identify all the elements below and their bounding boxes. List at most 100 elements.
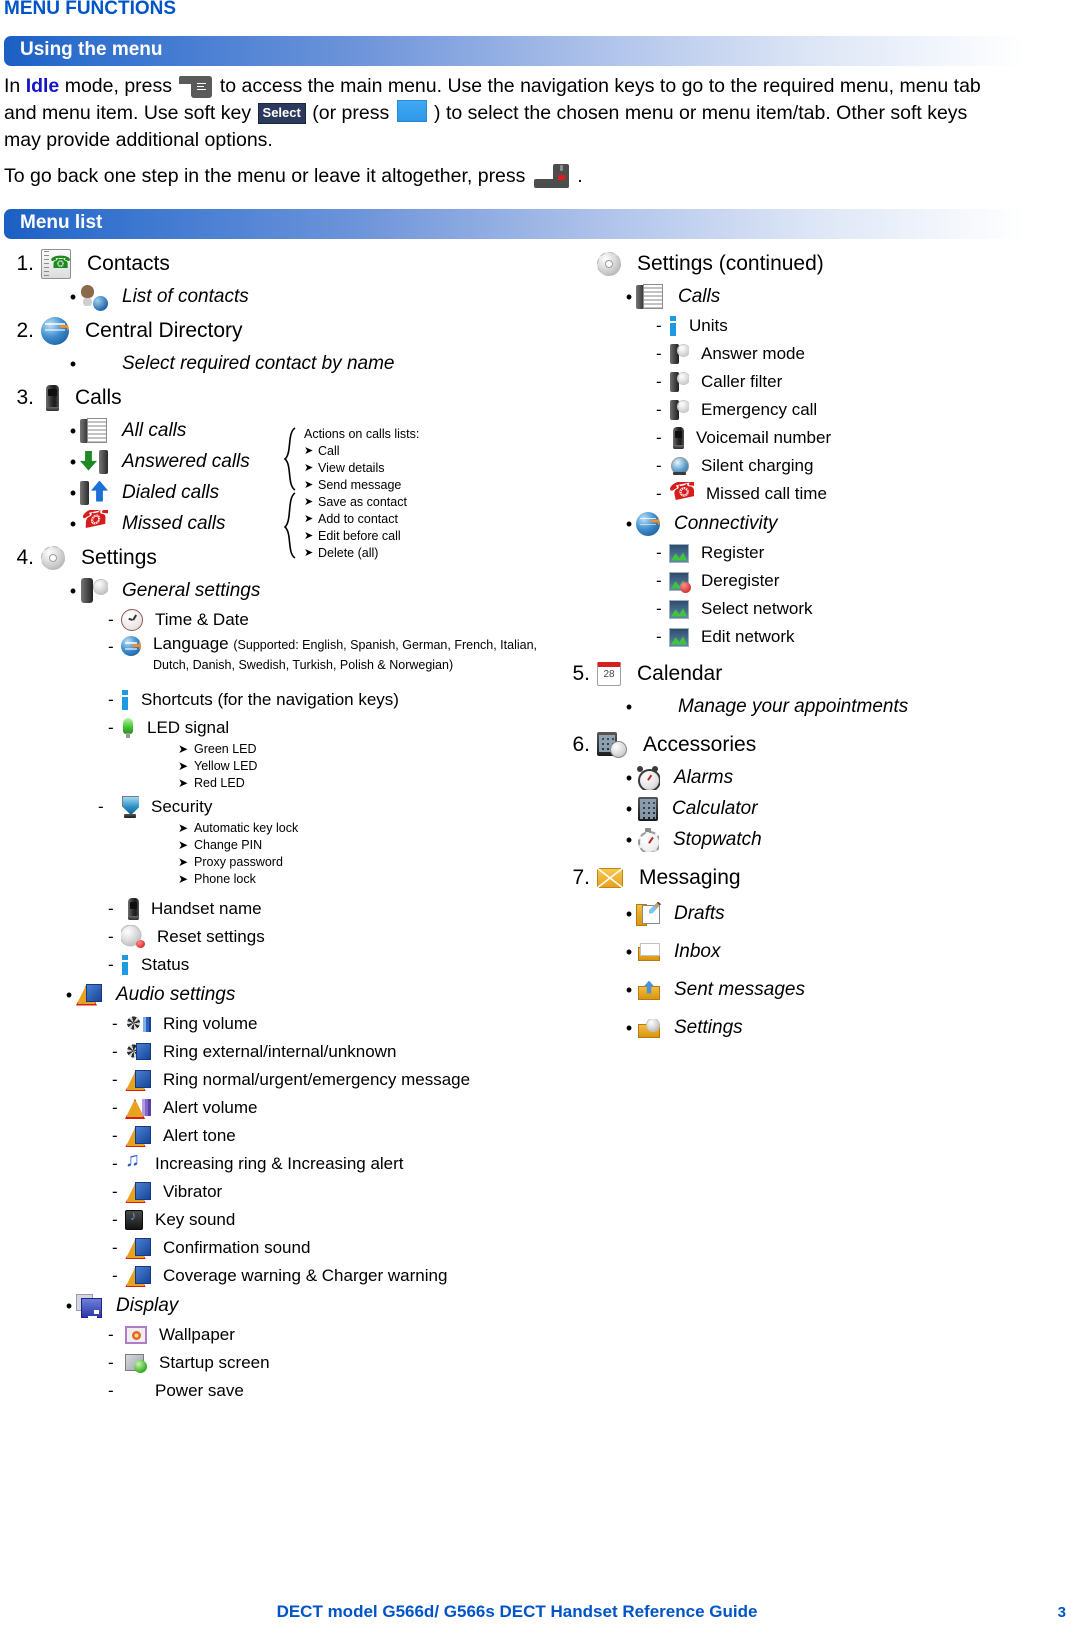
sub-sub-item-yellow-led: ➤ Yellow LED bbox=[0, 759, 540, 776]
subitem-security[interactable]: - Security bbox=[0, 793, 540, 821]
subitem-language[interactable]: - Language (Supported: English, Spanish,… bbox=[0, 634, 540, 686]
subitem-led-signal[interactable]: - LED signal bbox=[0, 714, 540, 742]
gear-icon bbox=[41, 546, 65, 570]
drafts-icon bbox=[636, 901, 661, 926]
subitem-confirmation-sound[interactable]: - Confirmation sound bbox=[0, 1234, 540, 1262]
subitem-power-save[interactable]: - Power save bbox=[0, 1377, 540, 1405]
subitem-startup-screen[interactable]: - Startup screen bbox=[0, 1349, 540, 1377]
menu-item-contacts[interactable]: 1. Contacts bbox=[0, 247, 540, 281]
subitem-vibrator[interactable]: - Vibrator bbox=[0, 1178, 540, 1206]
menu-item-label: Central Directory bbox=[85, 319, 243, 342]
subitem-wallpaper[interactable]: - Wallpaper bbox=[0, 1321, 540, 1349]
submenu-item-general-settings[interactable]: • General settings bbox=[0, 575, 540, 606]
subitem-register[interactable]: - Register bbox=[556, 539, 1074, 567]
subitem-answer-mode[interactable]: - Answer mode bbox=[556, 340, 1074, 368]
dash-marker: - bbox=[108, 899, 114, 918]
subitem-label: Caller filter bbox=[701, 372, 783, 391]
stopwatch-icon bbox=[637, 827, 659, 852]
subitem-silent-charging[interactable]: - Silent charging bbox=[556, 452, 1074, 480]
menu-item-settings-continued[interactable]: Settings (continued) bbox=[556, 247, 1074, 281]
submenu-item-display[interactable]: • Display bbox=[0, 1290, 540, 1321]
submenu-item-calculator[interactable]: • Calculator bbox=[556, 793, 1074, 824]
menu-item-accessories[interactable]: 6. Accessories bbox=[556, 728, 1074, 762]
dash-marker: - bbox=[108, 690, 114, 709]
subitem-alert-tone[interactable]: - Alert tone bbox=[0, 1122, 540, 1150]
sub-sub-item-label: Phone lock bbox=[194, 872, 256, 886]
submenu-item-alarms[interactable]: • Alarms bbox=[556, 762, 1074, 793]
alert-volume-icon bbox=[125, 1097, 151, 1119]
menu-item-calendar[interactable]: 5. Calendar bbox=[556, 657, 1074, 691]
subitem-time-and-date[interactable]: - Time & Date bbox=[0, 606, 540, 634]
subitem-label: Confirmation sound bbox=[163, 1238, 311, 1257]
confirmation-sound-icon bbox=[125, 1237, 151, 1259]
menu-item-central-directory[interactable]: 2. Central Directory bbox=[0, 314, 540, 348]
subitem-select-network[interactable]: - Select network bbox=[556, 595, 1074, 623]
submenu-item-audio-settings[interactable]: • Audio settings bbox=[0, 979, 540, 1010]
item-number: 5. bbox=[572, 662, 590, 685]
subitem-label: Language bbox=[153, 634, 229, 653]
contacts-book-icon bbox=[41, 249, 71, 279]
menu-item-calls[interactable]: 3. Calls bbox=[0, 381, 540, 415]
inbox-icon bbox=[638, 943, 660, 961]
ring-volume-icon bbox=[125, 1013, 151, 1035]
subitem-key-sound[interactable]: - Key sound bbox=[0, 1206, 540, 1234]
subitem-alert-volume[interactable]: - Alert volume bbox=[0, 1094, 540, 1122]
item-number: 1. bbox=[16, 252, 34, 275]
para1-text-d: (or press bbox=[306, 102, 395, 124]
info-icon bbox=[121, 955, 129, 975]
dash-marker: - bbox=[108, 610, 114, 629]
subitem-voicemail-number[interactable]: - Voicemail number bbox=[556, 424, 1074, 452]
subitem-units[interactable]: - Units bbox=[556, 312, 1074, 340]
item-number: 2. bbox=[16, 319, 34, 342]
subitem-status[interactable]: - Status bbox=[0, 951, 540, 979]
missed-call-icon bbox=[670, 482, 694, 506]
submenu-item-stopwatch[interactable]: • Stopwatch bbox=[556, 824, 1074, 855]
call-list-icon bbox=[80, 417, 108, 445]
subitem-label: Missed call time bbox=[706, 484, 827, 503]
subitem-missed-call-time[interactable]: - Missed call time bbox=[556, 480, 1074, 508]
action-item: Save as contact bbox=[304, 494, 536, 511]
submenu-item-connectivity[interactable]: • Connectivity bbox=[556, 508, 1074, 539]
subitem-coverage-charger-warning[interactable]: - Coverage warning & Charger warning bbox=[0, 1262, 540, 1290]
sub-sub-item-change-pin: ➤ Change PIN bbox=[0, 838, 540, 855]
dash-marker: - bbox=[112, 1070, 118, 1089]
submenu-item-label: Missed calls bbox=[122, 512, 226, 534]
subitem-reset-settings[interactable]: - Reset settings bbox=[0, 923, 540, 951]
dash-marker: - bbox=[656, 484, 662, 503]
dash-marker: - bbox=[108, 1353, 114, 1372]
subitem-increasing-ring-alert[interactable]: - Increasing ring & Increasing alert bbox=[0, 1150, 540, 1178]
para2-text-b: . bbox=[571, 165, 583, 187]
alarm-clock-icon bbox=[636, 765, 660, 790]
subitem-caller-filter[interactable]: - Caller filter bbox=[556, 368, 1074, 396]
submenu-item-list-of-contacts[interactable]: • List of contacts bbox=[0, 281, 540, 312]
menu-item-messaging[interactable]: 7. Messaging bbox=[556, 861, 1074, 895]
ring-source-icon bbox=[125, 1041, 151, 1063]
submenu-item-sent-messages[interactable]: • Sent messages bbox=[556, 971, 1074, 1009]
subitem-shortcuts[interactable]: - Shortcuts (for the navigation keys) bbox=[0, 686, 540, 714]
subitem-ring-external-internal-unknown[interactable]: - Ring external/internal/unknown bbox=[0, 1038, 540, 1066]
subitem-ring-volume[interactable]: - Ring volume bbox=[0, 1010, 540, 1038]
subitem-label: LED signal bbox=[147, 718, 230, 737]
submenu-item-calls-settings[interactable]: • Calls bbox=[556, 281, 1074, 312]
dash-marker: - bbox=[98, 797, 104, 816]
subitem-emergency-call[interactable]: - Emergency call bbox=[556, 396, 1074, 424]
submenu-item-drafts[interactable]: • Drafts bbox=[556, 895, 1074, 933]
subitem-deregister[interactable]: - Deregister bbox=[556, 567, 1074, 595]
submenu-item-select-contact[interactable]: • Select required contact by name bbox=[0, 348, 540, 379]
subitem-edit-network[interactable]: - Edit network bbox=[556, 623, 1074, 651]
item-number: 4. bbox=[16, 546, 34, 569]
submenu-item-inbox[interactable]: • Inbox bbox=[556, 933, 1074, 971]
action-item: Call bbox=[304, 443, 536, 460]
audio-settings-icon bbox=[76, 983, 102, 1007]
footer-title: DECT model G566d/ G566s DECT Handset Ref… bbox=[276, 1602, 758, 1621]
subitem-ring-normal-urgent-emergency[interactable]: - Ring normal/urgent/emergency message bbox=[0, 1066, 540, 1094]
bullet-marker: • bbox=[625, 1018, 633, 1038]
menu-item-settings[interactable]: 4. Settings bbox=[0, 541, 540, 575]
startup-screen-icon bbox=[125, 1353, 147, 1373]
bullet-marker: • bbox=[625, 829, 633, 850]
submenu-item-manage-appointments[interactable]: • Manage your appointments bbox=[556, 691, 1074, 722]
accessories-icon bbox=[597, 732, 627, 758]
dash-marker: - bbox=[108, 1381, 114, 1400]
submenu-item-messaging-settings[interactable]: • Settings bbox=[556, 1009, 1074, 1047]
subitem-handset-name[interactable]: - Handset name bbox=[0, 895, 540, 923]
